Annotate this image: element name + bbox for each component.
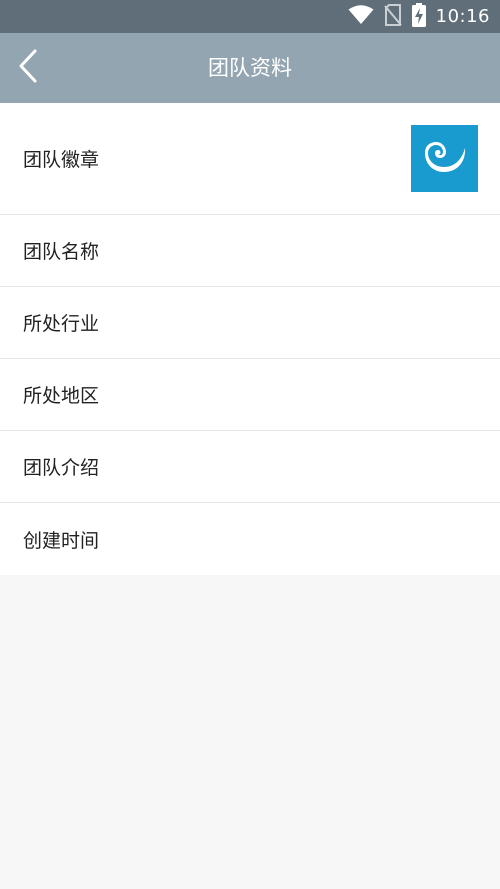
row-team-badge[interactable]: 团队徽章 <box>0 103 500 215</box>
app-bar: 团队资料 <box>0 33 500 103</box>
wifi-icon <box>348 4 374 29</box>
row-team-intro[interactable]: 团队介绍 <box>0 431 500 503</box>
team-logo-icon <box>422 139 468 179</box>
row-industry[interactable]: 所处行业 <box>0 287 500 359</box>
row-label: 团队名称 <box>23 241 100 263</box>
row-label: 团队徽章 <box>23 149 100 171</box>
status-bar: 10:16 <box>0 0 500 33</box>
row-team-name[interactable]: 团队名称 <box>0 215 500 287</box>
row-label: 团队介绍 <box>23 457 100 479</box>
chevron-left-icon <box>17 48 39 88</box>
battery-charging-icon <box>411 2 426 31</box>
team-badge[interactable] <box>411 125 478 192</box>
status-time: 10:16 <box>435 6 490 27</box>
row-label: 创建时间 <box>23 529 100 552</box>
back-button[interactable] <box>8 43 48 93</box>
row-region[interactable]: 所处地区 <box>0 359 500 431</box>
no-sim-icon <box>383 3 402 30</box>
status-icons: 10:16 <box>348 0 490 33</box>
page-title: 团队资料 <box>208 56 292 80</box>
row-label: 所处地区 <box>23 385 100 407</box>
row-label: 所处行业 <box>23 313 100 335</box>
row-created-time[interactable]: 创建时间 <box>0 503 500 575</box>
team-info-list: 团队徽章 团队名称 所处行业 所处地区 团队介绍 创建时间 <box>0 103 500 575</box>
